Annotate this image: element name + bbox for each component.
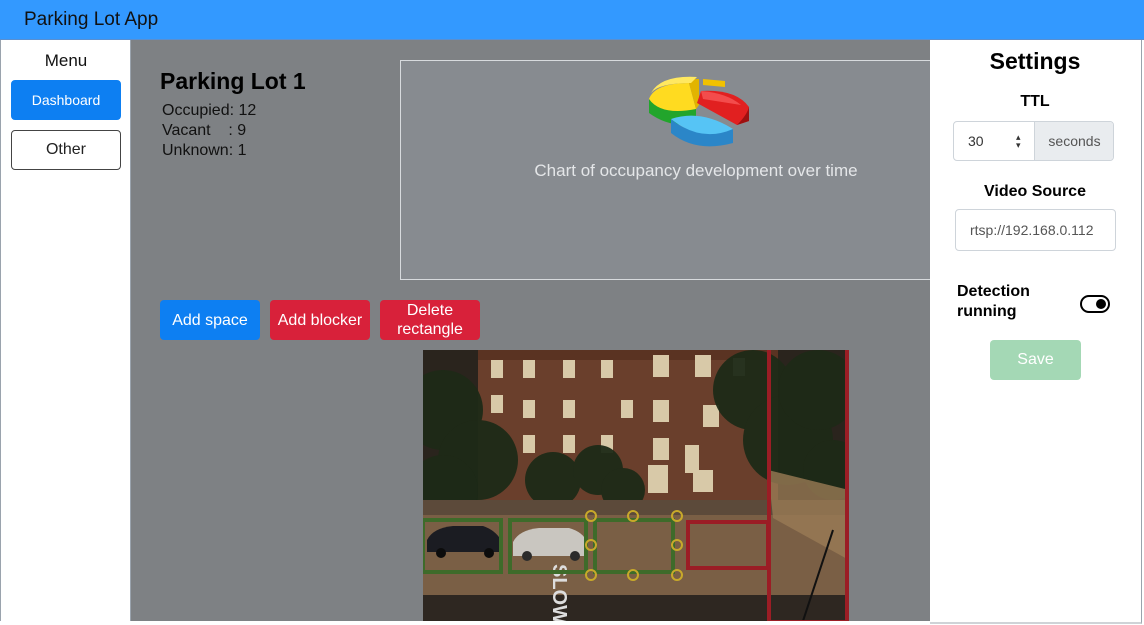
unknown-count: Unknown: 1 xyxy=(162,142,247,159)
top-bar: Parking Lot App xyxy=(0,0,1144,40)
ttl-input[interactable]: 30 xyxy=(954,122,1034,160)
lot-title: Parking Lot 1 xyxy=(160,68,306,94)
toggle-knob xyxy=(1096,299,1106,309)
menu-label: Menu xyxy=(44,51,88,70)
detection-running-label: Detection running xyxy=(957,283,1030,320)
ttl-label: TTL xyxy=(1020,93,1050,110)
ttl-input-group: 30 ▴ ▾ seconds xyxy=(953,121,1114,161)
vacant-count: Vacant : 9 xyxy=(162,122,247,139)
settings-title: Settings xyxy=(989,48,1081,74)
occupancy-chart-placeholder: Chart of occupancy development over time xyxy=(400,60,930,280)
delete-rectangle-button[interactable]: Delete rectangle xyxy=(380,300,480,340)
video-source-label: Video Source xyxy=(984,183,1086,200)
add-blocker-button[interactable]: Add blocker xyxy=(270,300,370,340)
save-button[interactable]: Save xyxy=(990,340,1081,380)
pie-chart-icon xyxy=(649,76,749,147)
add-space-button[interactable]: Add space xyxy=(160,300,260,340)
settings-panel: Settings TTL 30 ▴ ▾ seconds Video Source … xyxy=(930,40,1142,624)
chart-caption: Chart of occupancy development over time xyxy=(534,161,858,180)
detection-toggle[interactable] xyxy=(1080,295,1110,313)
occupied-count: Occupied: 12 xyxy=(162,102,257,119)
ttl-stepper-icon[interactable]: ▴ ▾ xyxy=(1016,133,1021,150)
app-title: Parking Lot App xyxy=(24,9,159,30)
nav-dashboard-button[interactable]: Dashboard xyxy=(11,80,121,120)
video-source-input[interactable] xyxy=(955,209,1116,251)
ttl-value: 30 xyxy=(968,133,984,149)
main-content: Parking Lot 1 Occupied: 12 Vacant : 9 Un… xyxy=(131,40,930,621)
sidebar: Menu Dashboard Other xyxy=(0,40,131,621)
ttl-unit-label: seconds xyxy=(1034,122,1113,160)
street-edge xyxy=(423,595,849,621)
camera-feed[interactable]: SLOW xyxy=(423,350,849,621)
nav-other-button[interactable]: Other xyxy=(11,130,121,170)
occupancy-stats: Occupied: 12 Vacant : 9 Unknown: 1 xyxy=(162,101,256,161)
